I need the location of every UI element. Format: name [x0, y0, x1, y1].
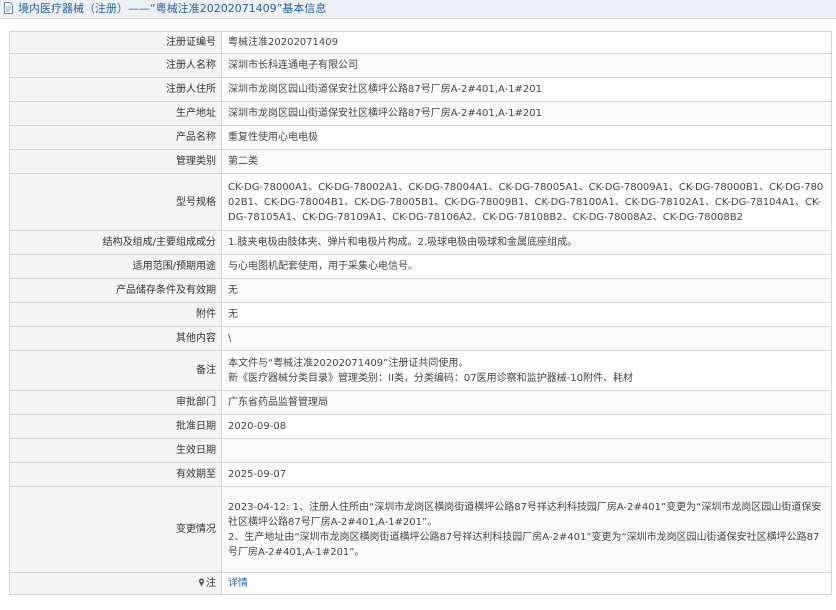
field-label: 结构及组成/主要组成成分 [9, 230, 222, 255]
field-label: 其他内容 [9, 326, 222, 351]
field-label: 型号规格 [9, 173, 222, 231]
model-spec-value: CK-DG-78000A1、CK-DG-78002A1、CK-DG-78004A… [221, 173, 832, 231]
field-label: 产品名称 [9, 125, 222, 150]
field-label: 附件 [9, 302, 222, 327]
field-label: 注 [206, 578, 216, 589]
change-line: 2、生产地址由“深圳市龙岗区横岗街道横坪公路87号祥达利科技园厂房A-2#401… [228, 531, 820, 558]
field-label: 注册人住所 [9, 77, 222, 102]
page-title: 境内医疗器械（注册）——“粤械注准20202071409”基本信息 [18, 2, 327, 15]
table-row: 生产地址 深圳市龙岗区园山街道保安社区横坪公路87号厂房A-2#401,A-1#… [9, 101, 832, 126]
field-value: 1.肢夹电极由肢体夹、弹片和电极片构成。2.吸球电极由吸球和金属底座组成。 [221, 230, 832, 255]
field-value: 第二类 [221, 149, 832, 174]
pin-icon [198, 578, 205, 587]
change-history-value: 2023-04-12: 1、注册人住所由“深圳市龙岗区横岗街道横坪公路87号祥达… [221, 486, 832, 573]
field-value: 2020-09-08 [221, 414, 832, 439]
field-label: 有效期至 [9, 462, 222, 487]
document-icon [4, 2, 13, 14]
field-value: 深圳市龙岗区园山街道保安社区横坪公路87号厂房A-2#401,A-1#201 [221, 77, 832, 102]
header-bar: 境内医疗器械（注册）——“粤械注准20202071409”基本信息 [0, 0, 836, 19]
remarks-line: 新《医疗器械分类目录》管理类别：II类，分类编码：07医用诊察和监护器械-10附… [228, 372, 633, 384]
field-label: 生效日期 [9, 438, 222, 463]
table-row: 注 详情 [9, 572, 832, 595]
table-row: 产品储存条件及有效期 无 [9, 278, 832, 303]
table-row: 型号规格 CK-DG-78000A1、CK-DG-78002A1、CK-DG-7… [9, 173, 832, 231]
field-label: 批准日期 [9, 414, 222, 439]
table-row: 注册人名称 深圳市长科连通电子有限公司 [9, 53, 832, 78]
table-row: 附件 无 [9, 302, 832, 327]
field-value: \ [221, 326, 832, 351]
field-label: 备注 [9, 350, 222, 391]
table-row: 审批部门 广东省药品监督管理局 [9, 390, 832, 415]
table-row: 备注 本文件与“粤械注准20202071409”注册证共同使用。 新《医疗器械分… [9, 350, 832, 391]
note-label-cell: 注 [9, 572, 222, 595]
field-value: 无 [221, 278, 832, 303]
table-row: 有效期至 2025-09-07 [9, 462, 832, 487]
field-value: 2025-09-07 [221, 462, 832, 487]
field-value: 深圳市龙岗区园山街道保安社区横坪公路87号厂房A-2#401,A-1#201 [221, 101, 832, 126]
field-label: 产品储存条件及有效期 [9, 278, 222, 303]
field-label: 注册人名称 [9, 53, 222, 78]
field-label: 注册证编号 [9, 31, 222, 54]
table-row: 管理类别 第二类 [9, 149, 832, 174]
field-value: 与心电图机配套使用，用于采集心电信号。 [221, 254, 832, 279]
table-row: 其他内容 \ [9, 326, 832, 351]
table-row: 注册证编号 粤械注准20202071409 [9, 31, 832, 54]
field-value: 粤械注准20202071409 [221, 31, 832, 54]
field-label: 生产地址 [9, 101, 222, 126]
table-row: 变更情况 2023-04-12: 1、注册人住所由“深圳市龙岗区横岗街道横坪公路… [9, 486, 832, 573]
field-label: 审批部门 [9, 390, 222, 415]
detail-cell: 详情 [221, 572, 832, 595]
field-label: 适用范围/预期用途 [9, 254, 222, 279]
field-value: 深圳市长科连通电子有限公司 [221, 53, 832, 78]
table-row: 生效日期 [9, 438, 832, 463]
info-table: 注册证编号 粤械注准20202071409 注册人名称 深圳市长科连通电子有限公… [9, 31, 832, 595]
field-value [221, 438, 832, 463]
field-value: 重复性使用心电电极 [221, 125, 832, 150]
table-row: 结构及组成/主要组成成分 1.肢夹电极由肢体夹、弹片和电极片构成。2.吸球电极由… [9, 230, 832, 255]
table-row: 批准日期 2020-09-08 [9, 414, 832, 439]
table-row: 适用范围/预期用途 与心电图机配套使用，用于采集心电信号。 [9, 254, 832, 279]
table-row: 产品名称 重复性使用心电电极 [9, 125, 832, 150]
table-row: 注册人住所 深圳市龙岗区园山街道保安社区横坪公路87号厂房A-2#401,A-1… [9, 77, 832, 102]
remarks-value: 本文件与“粤械注准20202071409”注册证共同使用。 新《医疗器械分类目录… [221, 350, 832, 391]
field-label: 变更情况 [9, 486, 222, 573]
field-value: 广东省药品监督管理局 [221, 390, 832, 415]
field-value: 无 [221, 302, 832, 327]
detail-link[interactable]: 详情 [228, 578, 248, 589]
field-label: 管理类别 [9, 149, 222, 174]
remarks-line: 本文件与“粤械注准20202071409”注册证共同使用。 [228, 357, 469, 369]
change-line: 2023-04-12: 1、注册人住所由“深圳市龙岗区横岗街道横坪公路87号祥达… [228, 501, 822, 528]
